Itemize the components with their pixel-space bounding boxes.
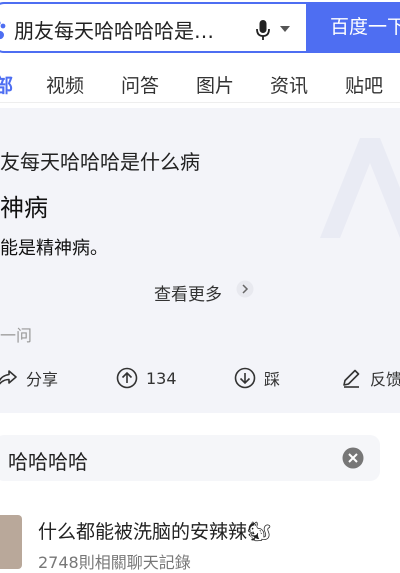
share-button[interactable]: 分享 [0,366,58,390]
search-bar: 朋友每天哈哈哈哈是… 百度一下 [0,0,400,57]
answer-card: 友每天哈哈哈是什么病 神病 能是精神病。 查看更多 一问 分享 134 踩 反馈 [0,108,400,413]
watermark-logo-icon [320,138,400,238]
search-button[interactable]: 百度一下 [306,2,400,53]
inline-search-input[interactable]: 哈哈哈哈 [0,435,380,481]
share-icon [0,370,17,385]
tab-images[interactable]: 图片 [196,71,234,98]
clear-icon[interactable] [342,447,364,469]
answer-question[interactable]: 友每天哈哈哈是什么病 [0,146,200,175]
result-subtitle: 2748則相關聊天記錄 [38,553,191,572]
tab-all[interactable]: 部 [0,71,13,98]
feedback-button[interactable]: 反馈 [340,366,400,390]
chevron-right-icon[interactable] [236,280,254,298]
search-box[interactable]: 朋友每天哈哈哈哈是… [0,2,306,53]
chevron-down-icon[interactable] [280,26,290,32]
upvote-button[interactable]: 134 [116,366,177,390]
downvote-label: 踩 [264,370,281,389]
microphone-icon[interactable] [256,19,270,41]
source-snippet: 一问 [0,326,33,345]
arrow-down-circle-icon [234,367,256,389]
tab-news[interactable]: 资讯 [270,71,308,98]
result-title[interactable]: 什么都能被洗脑的安辣辣🐿 [38,517,271,544]
tab-tieba[interactable]: 贴吧 [345,71,383,98]
answer-detail: 能是精神病。 [0,238,108,259]
pencil-icon [343,369,360,388]
tab-qa[interactable]: 问答 [121,71,159,98]
result-item[interactable]: 什么都能被洗脑的安辣辣🐿 2748則相關聊天記錄 [0,503,400,572]
tab-divider [0,102,400,103]
view-more-button[interactable]: 查看更多 [154,280,222,305]
result-thumbnail[interactable] [0,515,22,569]
tab-bar: 部 视频 问答 图片 资讯 贴吧 [0,57,400,107]
downvote-button[interactable]: 踩 [234,366,280,390]
share-label: 分享 [26,370,59,389]
inline-search-text[interactable]: 哈哈哈哈 [8,446,88,475]
feedback-label: 反馈 [370,370,400,389]
answer-headline: 神病 [0,194,48,222]
search-query[interactable]: 朋友每天哈哈哈哈是… [14,15,244,44]
inline-search-section: 哈哈哈哈 [0,413,400,503]
arrow-up-circle-icon [116,367,138,389]
baidu-paw-icon [0,21,6,40]
tab-video[interactable]: 视频 [46,71,84,98]
upvote-count: 134 [146,368,177,388]
